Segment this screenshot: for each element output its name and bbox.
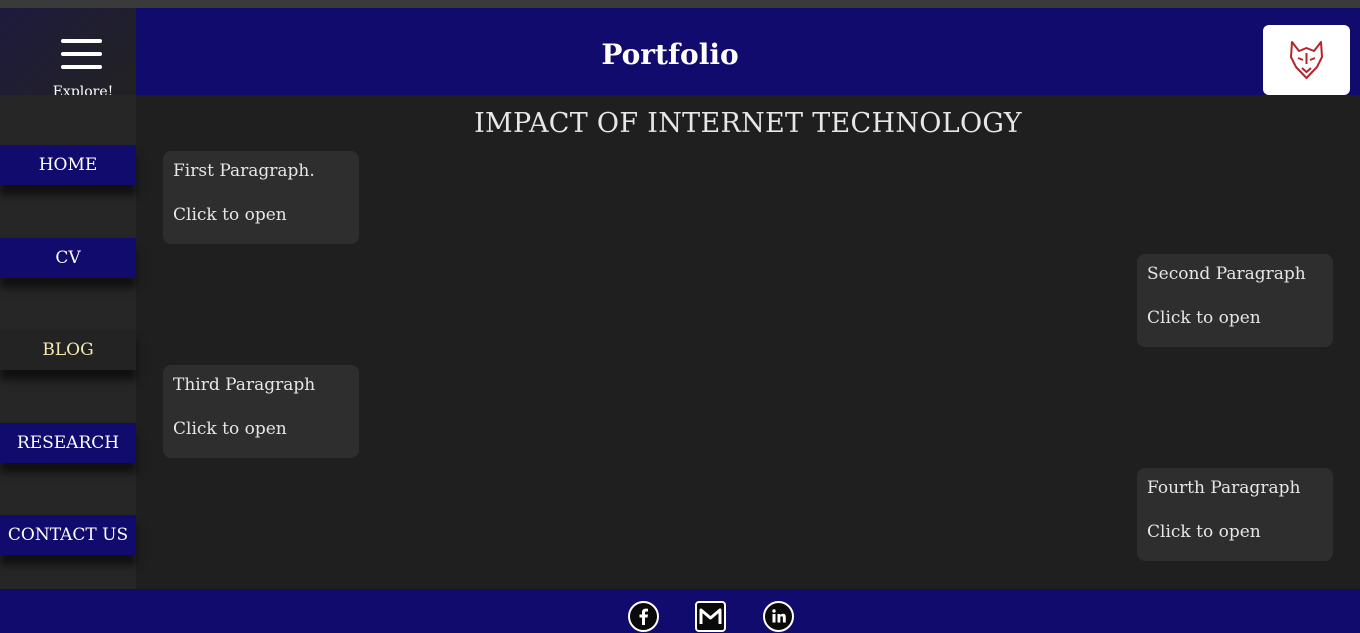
card-title: First Paragraph.	[173, 161, 315, 181]
menu-toggle[interactable]: Explore!	[0, 8, 136, 100]
content-heading: IMPACT OF INTERNET TECHNOLOGY	[474, 108, 1022, 139]
sidebar: HOME CV BLOG RESEARCH CONTACT US	[0, 95, 136, 589]
footer-bar	[0, 589, 1360, 633]
card-open-link[interactable]: Click to open	[1147, 522, 1261, 542]
sidebar-item-blog[interactable]: BLOG	[0, 330, 136, 370]
card-open-link[interactable]: Click to open	[1147, 308, 1261, 328]
card-open-link[interactable]: Click to open	[173, 419, 287, 439]
paragraph-card-third[interactable]: Third Paragraph Click to open	[163, 365, 359, 458]
facebook-icon[interactable]	[628, 601, 659, 632]
header-bar: Portfolio	[0, 8, 1360, 95]
sidebar-item-research[interactable]: RESEARCH	[0, 423, 136, 463]
paragraph-card-fourth[interactable]: Fourth Paragraph Click to open	[1137, 468, 1333, 561]
card-title: Third Paragraph	[173, 375, 316, 395]
sidebar-item-home[interactable]: HOME	[0, 145, 136, 185]
top-strip	[0, 0, 1360, 8]
logo[interactable]	[1263, 25, 1350, 95]
paragraph-card-first[interactable]: First Paragraph. Click to open	[163, 151, 359, 244]
sidebar-item-cv[interactable]: CV	[0, 238, 136, 278]
linkedin-icon[interactable]	[763, 601, 794, 632]
paragraph-card-second[interactable]: Second Paragraph Click to open	[1137, 254, 1333, 347]
gmail-icon[interactable]	[695, 601, 726, 632]
sidebar-item-contact-us[interactable]: CONTACT US	[0, 515, 136, 555]
card-title: Fourth Paragraph	[1147, 478, 1301, 498]
card-title: Second Paragraph	[1147, 264, 1306, 284]
wolf-logo-icon	[1290, 41, 1323, 79]
page-title: Portfolio	[601, 38, 739, 71]
hamburger-icon[interactable]	[61, 39, 102, 69]
card-open-link[interactable]: Click to open	[173, 205, 287, 225]
